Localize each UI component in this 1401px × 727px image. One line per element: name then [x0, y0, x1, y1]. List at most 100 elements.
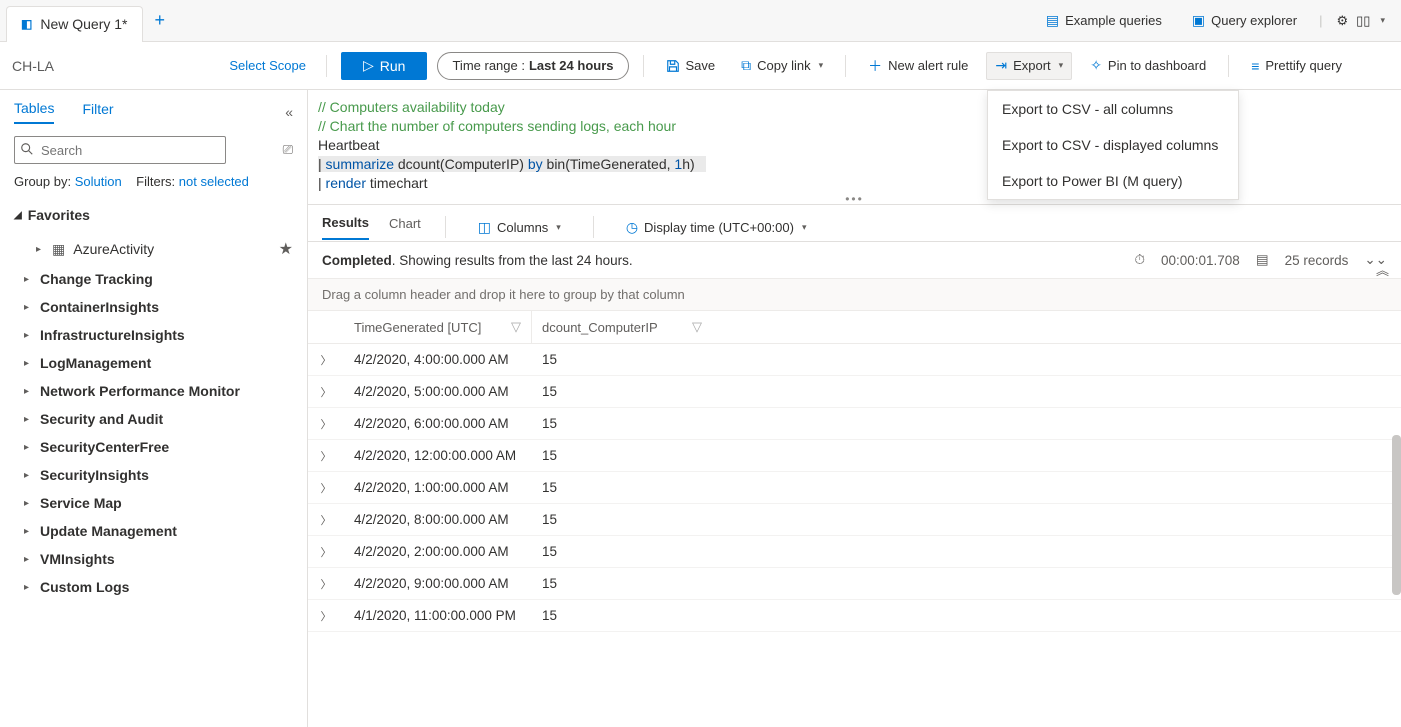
panel-icon[interactable]: ▯▯	[1356, 13, 1370, 29]
star-icon[interactable]: ★	[279, 239, 293, 259]
favorite-azureactivity[interactable]: ▸ ▦ AzureActivity ★	[14, 233, 293, 265]
sidebar-item-label: InfrastructureInsights	[40, 327, 185, 343]
tab-chart[interactable]: Chart	[389, 216, 421, 239]
copy-link-button[interactable]: ⧉ Copy link ▾	[733, 52, 831, 80]
groupby-value[interactable]: Solution	[75, 174, 122, 189]
expand-row-icon[interactable]: 〉	[308, 512, 344, 528]
sidebar-item[interactable]: ▸Custom Logs	[14, 573, 293, 601]
tab-filter[interactable]: Filter	[82, 101, 113, 123]
sidebar-item[interactable]: ▸LogManagement	[14, 349, 293, 377]
group-drop-zone[interactable]: Drag a column header and drop it here to…	[308, 279, 1401, 311]
expand-row-icon[interactable]: 〉	[308, 352, 344, 368]
plus-icon: ＋	[868, 56, 882, 76]
sidebar-item[interactable]: ▸Update Management	[14, 517, 293, 545]
sidebar-item[interactable]: ▸Security and Audit	[14, 405, 293, 433]
table-row[interactable]: 〉4/2/2020, 8:00:00.000 AM15	[308, 504, 1401, 536]
sidebar-item[interactable]: ▸SecurityCenterFree	[14, 433, 293, 461]
kw: render	[326, 175, 366, 191]
table-row[interactable]: 〉4/2/2020, 9:00:00.000 AM15	[308, 568, 1401, 600]
sidebar-item[interactable]: ▸VMInsights	[14, 545, 293, 573]
workspace-name: CH-LA	[12, 58, 54, 74]
expand-row-icon[interactable]: 〉	[308, 448, 344, 464]
table-row[interactable]: 〉4/2/2020, 4:00:00.000 AM15	[308, 344, 1401, 376]
export-csv-all[interactable]: Export to CSV - all columns	[988, 91, 1238, 127]
sidebar-item[interactable]: ▸InfrastructureInsights	[14, 321, 293, 349]
editor-line: // Computers availability today	[318, 99, 505, 115]
sidebar-item[interactable]: ▸ Change Tracking	[14, 265, 293, 293]
expand-row-icon[interactable]: 〉	[308, 608, 344, 624]
pin-button[interactable]: ✧ Pin to dashboard	[1082, 52, 1214, 80]
search-input[interactable]	[14, 136, 226, 164]
query-explorer-button[interactable]: ▣ Query explorer	[1184, 7, 1305, 35]
gear-icon[interactable]: ⚙	[1337, 13, 1349, 29]
save-icon	[666, 59, 680, 73]
example-queries-button[interactable]: ▤ Example queries	[1038, 7, 1170, 35]
export-label: Export	[1013, 58, 1051, 73]
expand-row-icon[interactable]: 〉	[308, 576, 344, 592]
select-scope-link[interactable]: Select Scope	[229, 58, 306, 73]
divider	[845, 55, 846, 77]
chevron-right-icon: ▸	[24, 302, 32, 313]
filter-icon[interactable]: ▽	[692, 319, 702, 335]
table-row[interactable]: 〉4/2/2020, 6:00:00.000 AM15	[308, 408, 1401, 440]
collapse-sidebar-icon[interactable]: «	[285, 104, 293, 120]
columns-button[interactable]: ◫ Columns ▾	[470, 213, 569, 241]
table-row[interactable]: 〉4/2/2020, 1:00:00.000 AM15	[308, 472, 1401, 504]
cell-time: 4/1/2020, 11:00:00.000 PM	[344, 600, 532, 631]
collapse-editor-icon[interactable]: ︽	[1376, 260, 1389, 279]
cell-count: 15	[532, 376, 712, 407]
prettify-button[interactable]: ≡ Prettify query	[1243, 52, 1350, 80]
display-time-button[interactable]: ◷ Display time (UTC+00:00) ▾	[618, 213, 815, 241]
tab-results[interactable]: Results	[322, 215, 369, 240]
favorites-header[interactable]: ◢ Favorites	[14, 207, 293, 223]
preview-toggle-icon[interactable]: ⎚	[283, 142, 293, 158]
query-tab[interactable]: ◧ New Query 1*	[6, 6, 143, 42]
status-text: . Showing results from the last 24 hours…	[392, 253, 633, 268]
tab-tables[interactable]: Tables	[14, 100, 54, 124]
logs-icon: ◧	[21, 17, 32, 31]
table-row[interactable]: 〉4/1/2020, 11:00:00.000 PM15	[308, 600, 1401, 632]
expand-row-icon[interactable]: 〉	[308, 384, 344, 400]
chevron-right-icon: ▸	[24, 526, 32, 537]
expand-row-icon[interactable]: 〉	[308, 416, 344, 432]
scrollbar-thumb[interactable]	[1392, 435, 1401, 595]
chevron-down-icon[interactable]: ▾	[1380, 15, 1385, 26]
pin-icon: ✧	[1090, 57, 1102, 74]
chevron-right-icon: ▸	[36, 244, 44, 255]
new-alert-button[interactable]: ＋ New alert rule	[860, 52, 976, 80]
add-tab-button[interactable]: +	[155, 10, 166, 31]
chevron-right-icon: ▸	[24, 274, 32, 285]
expand-row-icon[interactable]: 〉	[308, 544, 344, 560]
sidebar-item-label: Security and Audit	[40, 411, 163, 427]
sidebar-item[interactable]: ▸Service Map	[14, 489, 293, 517]
divider	[593, 216, 594, 238]
col-timegenerated[interactable]: TimeGenerated [UTC] ▽	[344, 311, 532, 343]
save-button[interactable]: Save	[658, 52, 724, 80]
tok: bin(TimeGenerated,	[547, 156, 671, 172]
sidebar-item[interactable]: ▸SecurityInsights	[14, 461, 293, 489]
table-row[interactable]: 〉4/2/2020, 12:00:00.000 AM15	[308, 440, 1401, 472]
sidebar-item-label: Custom Logs	[40, 579, 129, 595]
table-row[interactable]: 〉4/2/2020, 5:00:00.000 AM15	[308, 376, 1401, 408]
sidebar-item[interactable]: ▸Network Performance Monitor	[14, 377, 293, 405]
col-dcount[interactable]: dcount_ComputerIP ▽	[532, 311, 712, 343]
expand-row-icon[interactable]: 〉	[308, 480, 344, 496]
cell-count: 15	[532, 568, 712, 599]
pin-label: Pin to dashboard	[1108, 58, 1206, 73]
sidebar-item[interactable]: ▸ContainerInsights	[14, 293, 293, 321]
time-range-picker[interactable]: Time range : Last 24 hours	[437, 52, 628, 80]
export-button[interactable]: ⇥ Export ▾	[986, 52, 1072, 80]
divider	[643, 55, 644, 77]
records-icon: ▤	[1256, 252, 1269, 268]
cell-time: 4/2/2020, 1:00:00.000 AM	[344, 472, 532, 503]
table-row[interactable]: 〉4/2/2020, 2:00:00.000 AM15	[308, 536, 1401, 568]
run-button[interactable]: ▷ Run	[341, 52, 427, 80]
export-csv-displayed[interactable]: Export to CSV - displayed columns	[988, 127, 1238, 163]
export-powerbi[interactable]: Export to Power BI (M query)	[988, 163, 1238, 199]
favorites-label: Favorites	[28, 207, 90, 223]
query-explorer-label: Query explorer	[1211, 13, 1297, 28]
filters-value[interactable]: not selected	[179, 174, 249, 189]
sidebar-item-label: Change Tracking	[40, 271, 153, 287]
sidebar-item-label: LogManagement	[40, 355, 151, 371]
filter-icon[interactable]: ▽	[511, 319, 521, 335]
